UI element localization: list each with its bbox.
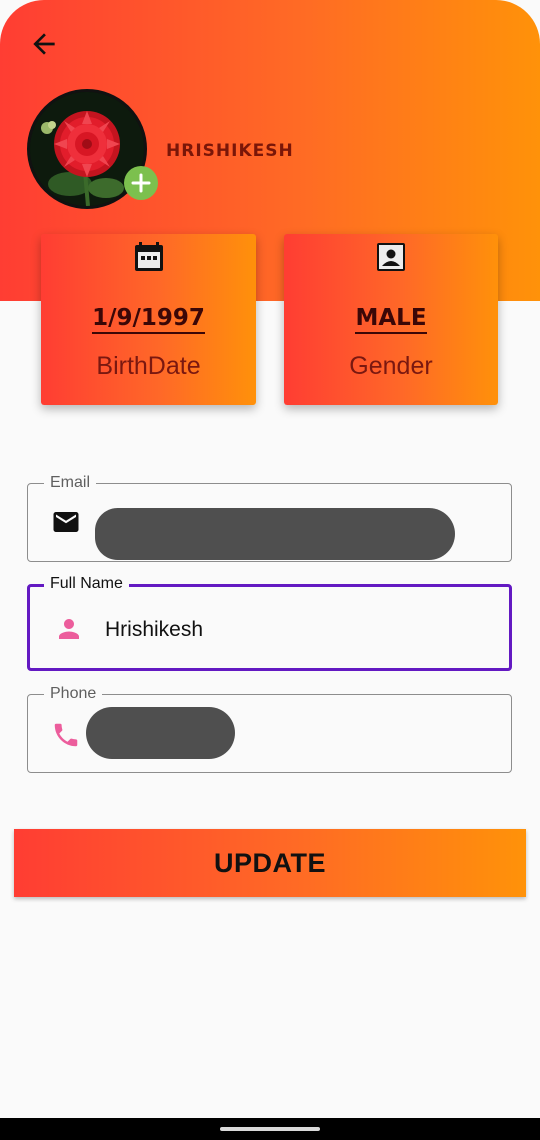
home-indicator[interactable]: [220, 1127, 320, 1131]
add-photo-button[interactable]: [124, 166, 158, 200]
phone-icon: [51, 720, 81, 750]
back-arrow-icon[interactable]: [28, 28, 60, 60]
profile-name: HRISHIKESH: [166, 141, 294, 161]
birthdate-value: 1/9/1997: [92, 305, 205, 334]
calendar-icon: [134, 242, 164, 272]
email-field[interactable]: Email: [27, 473, 512, 562]
redacted-email: [95, 508, 455, 560]
full-name-input[interactable]: Hrishikesh: [105, 618, 203, 642]
birthdate-card[interactable]: 1/9/1997 BirthDate: [41, 234, 256, 405]
gender-value: MALE: [355, 305, 427, 334]
gender-label: Gender: [349, 352, 433, 380]
avatar-container: [27, 89, 158, 213]
phone-label: Phone: [44, 684, 103, 704]
gender-card[interactable]: MALE Gender: [284, 234, 498, 405]
update-button[interactable]: UPDATE: [14, 829, 526, 897]
email-label: Email: [44, 473, 97, 493]
contact-card-icon: [376, 242, 406, 272]
birthdate-label: BirthDate: [96, 352, 201, 380]
plus-icon: [131, 173, 151, 193]
full-name-label: Full Name: [44, 574, 129, 594]
redacted-phone: [86, 707, 235, 759]
update-label: UPDATE: [213, 847, 326, 878]
mail-icon: [51, 507, 81, 537]
phone-field[interactable]: Phone: [27, 684, 512, 773]
profile-screen: HRISHIKESH 1/9/1997 BirthDate MALE Gende…: [0, 0, 540, 1118]
full-name-field[interactable]: Full Name Hrishikesh: [27, 574, 512, 671]
person-icon: [54, 614, 84, 644]
